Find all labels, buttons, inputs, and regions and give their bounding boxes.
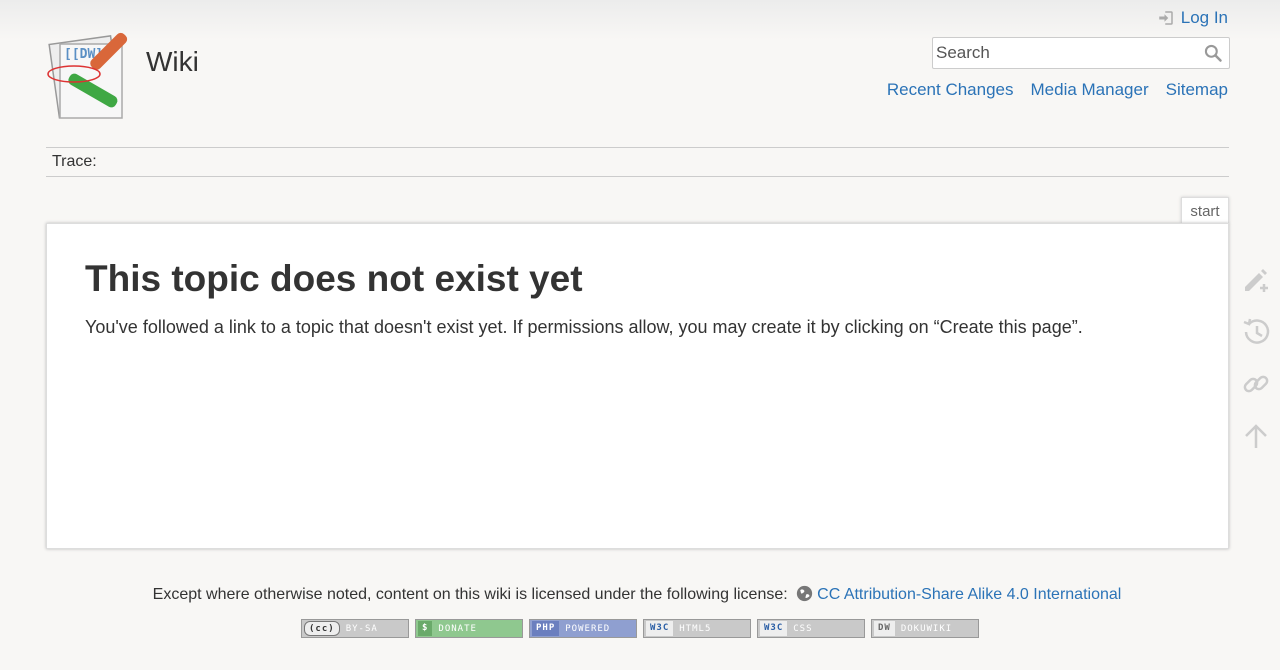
site-title[interactable]: Wiki: [146, 46, 199, 78]
cc-by-sa-badge[interactable]: (cc) BY-SA: [301, 619, 409, 638]
media-manager-link[interactable]: Media Manager: [1031, 80, 1149, 100]
login-icon: [1157, 9, 1175, 27]
history-icon: [1240, 316, 1272, 348]
badge-label: POWERED: [565, 624, 610, 634]
donate-badge[interactable]: $ DONATE: [415, 619, 523, 638]
license-text: Except where otherwise noted, content on…: [153, 586, 788, 603]
badge-label: CSS: [793, 624, 812, 634]
badge-label: DONATE: [438, 624, 477, 634]
create-page-icon: [1240, 264, 1272, 296]
old-revisions-button[interactable]: [1238, 314, 1274, 350]
page-tools: [1238, 262, 1274, 470]
license-link[interactable]: CC Attribution-Share Alike 4.0 Internati…: [817, 586, 1121, 603]
badge-tag: (cc): [304, 621, 340, 636]
badge-label: BY-SA: [346, 624, 378, 634]
globe-icon: [796, 585, 813, 602]
top-gradient: [0, 0, 1280, 40]
w3c-html5-badge[interactable]: W3C HTML5: [643, 619, 751, 638]
site-tools-nav: Recent Changes Media Manager Sitemap: [887, 80, 1228, 100]
login-link[interactable]: Log In: [1157, 8, 1228, 28]
backlinks-icon: [1240, 368, 1272, 400]
recent-changes-link[interactable]: Recent Changes: [887, 80, 1014, 100]
dokuwiki-logo[interactable]: [[DW]]: [44, 30, 136, 122]
badge-tag: W3C: [760, 621, 787, 636]
page-body-text: You've followed a link to a topic that d…: [85, 317, 1083, 338]
back-to-top-button[interactable]: [1238, 418, 1274, 454]
badge-tag: PHP: [532, 621, 559, 636]
search-icon[interactable]: [1203, 43, 1223, 63]
php-powered-badge[interactable]: PHP POWERED: [529, 619, 637, 638]
dokuwiki-badge[interactable]: DW DOKUWIKI: [871, 619, 979, 638]
badge-tag: W3C: [646, 621, 673, 636]
page-content: This topic does not exist yet You've fol…: [46, 223, 1229, 549]
page-title: This topic does not exist yet: [85, 258, 583, 300]
login-label[interactable]: Log In: [1181, 8, 1228, 28]
page-id-tab: start: [1181, 197, 1229, 224]
w3c-css-badge[interactable]: W3C CSS: [757, 619, 865, 638]
backlinks-button[interactable]: [1238, 366, 1274, 402]
breadcrumb-label: Trace:: [52, 153, 97, 170]
badge-label: HTML5: [679, 624, 711, 634]
create-page-button[interactable]: [1238, 262, 1274, 298]
badge-tag: DW: [874, 621, 895, 636]
badge-label: DOKUWIKI: [901, 624, 952, 634]
back-to-top-icon: [1240, 420, 1272, 452]
search-box[interactable]: [932, 37, 1230, 69]
search-input[interactable]: [933, 38, 1193, 68]
breadcrumb: Trace:: [46, 147, 1229, 177]
license-notice: Except where otherwise noted, content on…: [0, 585, 1274, 604]
sitemap-link[interactable]: Sitemap: [1166, 80, 1228, 100]
footer-badges: (cc) BY-SA $ DONATE PHP POWERED W3C HTML…: [301, 619, 979, 638]
badge-tag: $: [418, 621, 432, 636]
